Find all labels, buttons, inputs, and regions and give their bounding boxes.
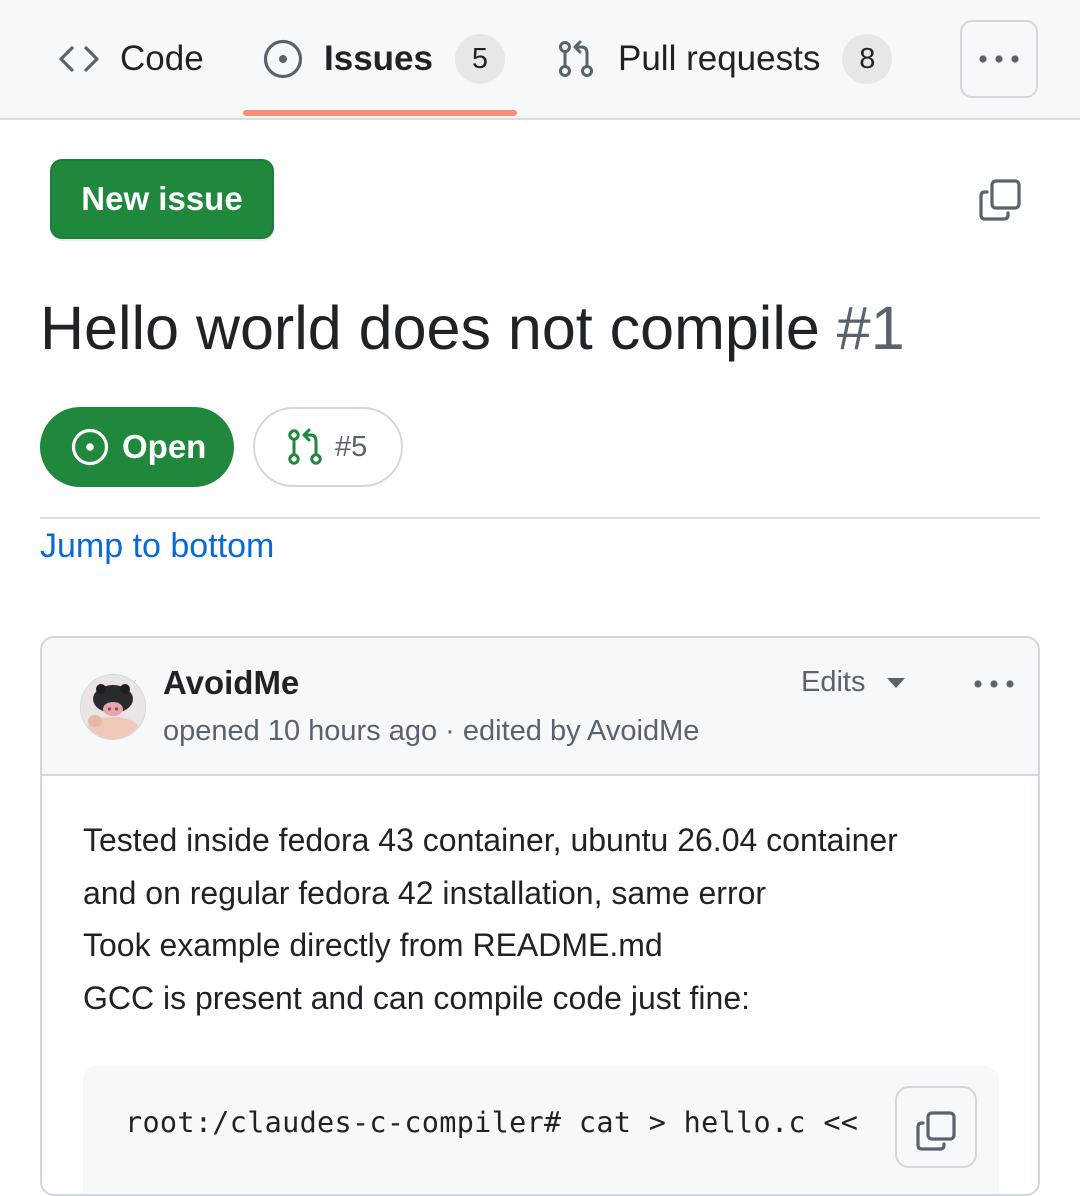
edits-label: Edits — [801, 666, 866, 698]
issue-opened-icon — [263, 39, 303, 79]
comment-body: Tested inside fedora 43 container, ubunt… — [83, 814, 1013, 1024]
comment-body-line: Took example directly from README.md — [83, 927, 663, 963]
copy-icon — [979, 179, 1021, 221]
issue-comment: AvoidMe opened 10 hours ago · edited by … — [40, 636, 1040, 1196]
code-block[interactable]: root:/claudes-c-compiler# cat > hello.c … — [83, 1066, 999, 1194]
issue-number: #1 — [836, 294, 905, 362]
git-pull-request-icon — [288, 428, 322, 465]
kebab-horizontal-icon — [974, 680, 1014, 688]
repo-tab-bar: Code Issues 5 Pull requests 8 — [0, 0, 1080, 120]
active-tab-indicator — [243, 110, 517, 116]
git-pull-request-icon — [559, 40, 593, 77]
issue-title-text: Hello world does not compile — [40, 294, 820, 362]
issue-opened-icon — [71, 428, 109, 466]
linked-pull-request[interactable]: #5 — [253, 407, 403, 487]
comment-actions-button[interactable] — [972, 672, 1016, 696]
triangle-down-icon — [887, 677, 906, 688]
tab-pull-requests[interactable]: Pull requests 8 — [556, 0, 893, 118]
linked-pull-request-number: #5 — [335, 430, 368, 463]
comment-body-line: Tested inside fedora 43 container, ubunt… — [83, 822, 898, 858]
comment-meta: opened 10 hours ago · edited by AvoidMe — [163, 715, 700, 747]
comment-body-line: GCC is present and can compile code just… — [83, 979, 750, 1016]
code-line: root:/claudes-c-compiler# cat > hello.c … — [125, 1106, 859, 1139]
issue-state-badge: Open — [40, 407, 234, 487]
tab-issues-label: Issues — [324, 39, 433, 78]
avatar[interactable] — [80, 674, 146, 740]
edits-dropdown[interactable]: Edits — [801, 666, 906, 699]
comment-author[interactable]: AvoidMe — [163, 664, 299, 702]
code-icon — [59, 46, 99, 72]
jump-to-bottom-link[interactable]: Jump to bottom — [40, 526, 274, 566]
avatar-image — [81, 675, 145, 739]
tab-code[interactable]: Code — [58, 0, 204, 118]
tab-code-label: Code — [120, 39, 204, 78]
new-issue-button[interactable]: New issue — [50, 159, 274, 239]
issue-title: Hello world does not compile #1 — [40, 290, 905, 366]
more-tabs-button[interactable] — [960, 20, 1038, 98]
copy-code-button[interactable] — [895, 1086, 977, 1168]
copy-link-button[interactable] — [978, 178, 1022, 222]
header-divider — [40, 517, 1040, 519]
comment-header: AvoidMe opened 10 hours ago · edited by … — [42, 638, 1038, 776]
issue-state-label: Open — [122, 428, 207, 465]
tab-pull-requests-label: Pull requests — [618, 39, 821, 78]
tab-issues[interactable]: Issues 5 — [262, 0, 505, 118]
copy-icon — [916, 1111, 956, 1151]
comment-body-line: and on regular fedora 42 installation, s… — [83, 874, 767, 911]
kebab-horizontal-icon — [979, 55, 1019, 63]
pulls-count-badge: 8 — [842, 34, 893, 84]
issues-count-badge: 5 — [454, 34, 505, 84]
